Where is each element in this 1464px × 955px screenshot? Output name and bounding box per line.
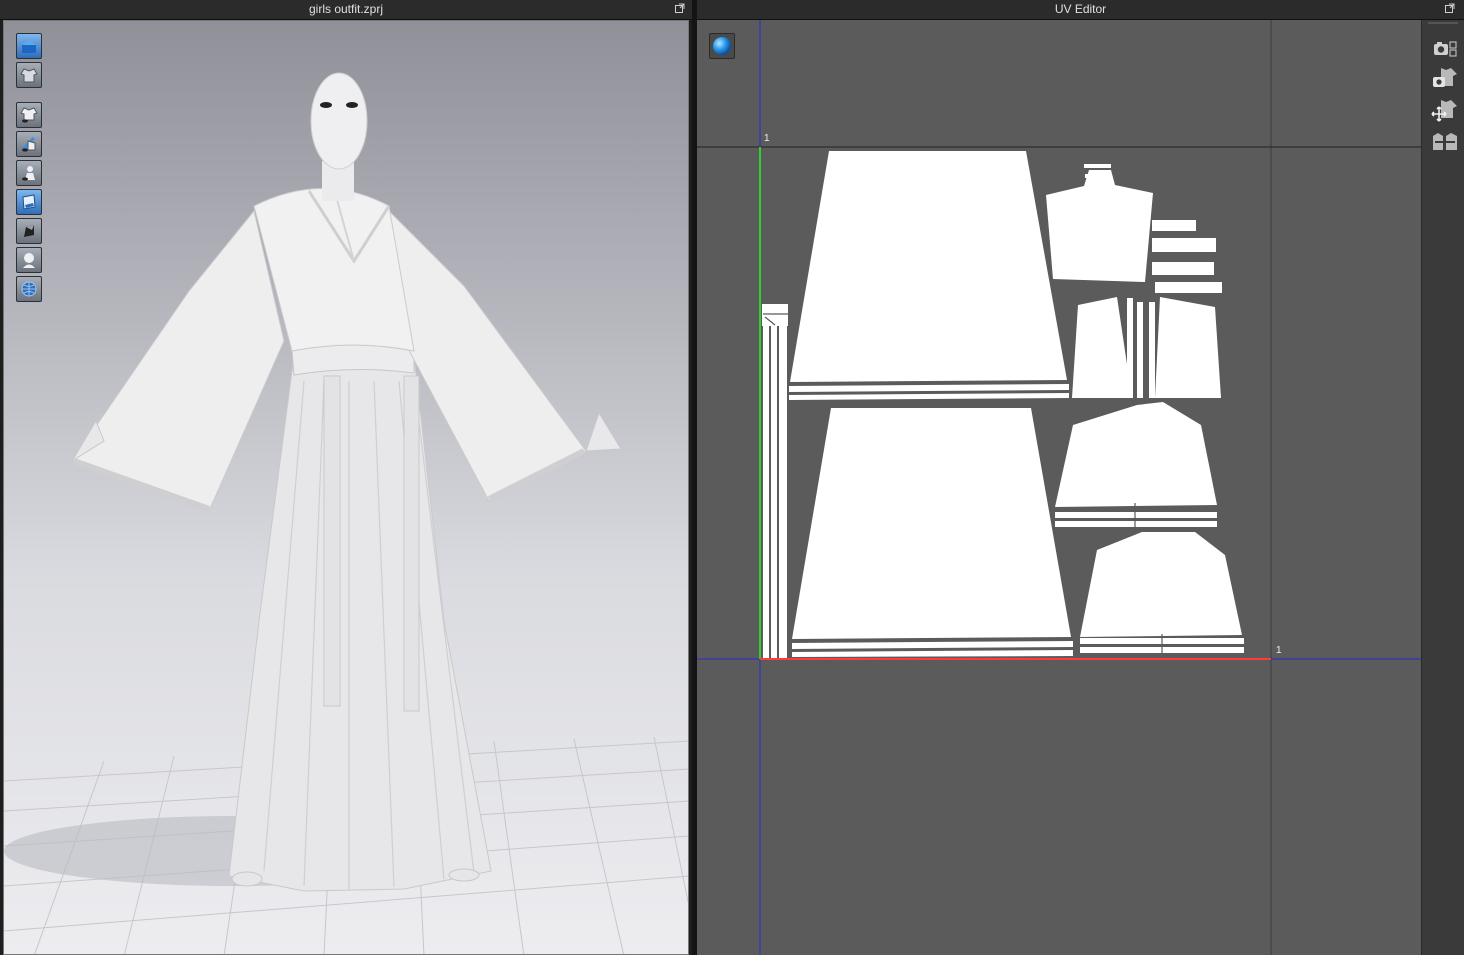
fabric-icon[interactable] (16, 218, 42, 244)
sphere-material-icon[interactable] (709, 33, 735, 59)
show-avatar-icon[interactable] (16, 160, 42, 186)
scene-view-icon[interactable] (16, 33, 42, 59)
avatar-silhouette-icon[interactable] (16, 247, 42, 273)
uv-canvas[interactable]: 1 1 (697, 20, 1421, 955)
show-garment-icon[interactable] (16, 102, 42, 128)
uv-layout (697, 20, 1421, 955)
uv-islands (762, 151, 1244, 658)
avatar-scene (4, 72, 688, 954)
uv-arrange-icon[interactable] (1431, 130, 1459, 154)
show-brush-icon[interactable] (16, 131, 42, 157)
3d-viewport[interactable] (3, 20, 689, 955)
uv-v-axis-label: 1 (764, 133, 770, 144)
globe-icon[interactable] (16, 276, 42, 302)
viewport-title: girls outfit.zprj (0, 0, 692, 20)
garment-view-icon[interactable] (16, 62, 42, 88)
uv-editor-panel: UV Editor 1 1 (697, 0, 1464, 955)
uv-u-axis-label: 1 (1276, 645, 1282, 656)
uv-snapshot-icon[interactable] (1431, 36, 1459, 60)
uv-editor-title: UV Editor (697, 0, 1464, 20)
uv-capture-icon[interactable] (1431, 66, 1459, 90)
texture-mode-icon[interactable] (16, 189, 42, 215)
viewport-panel: girls outfit.zprj (0, 0, 692, 955)
sidebar-grip (1428, 22, 1458, 24)
popout-icon[interactable] (675, 3, 685, 13)
popout-icon[interactable] (1445, 3, 1455, 13)
uv-move-icon[interactable] (1431, 98, 1459, 122)
uv-sidebar (1421, 20, 1464, 955)
